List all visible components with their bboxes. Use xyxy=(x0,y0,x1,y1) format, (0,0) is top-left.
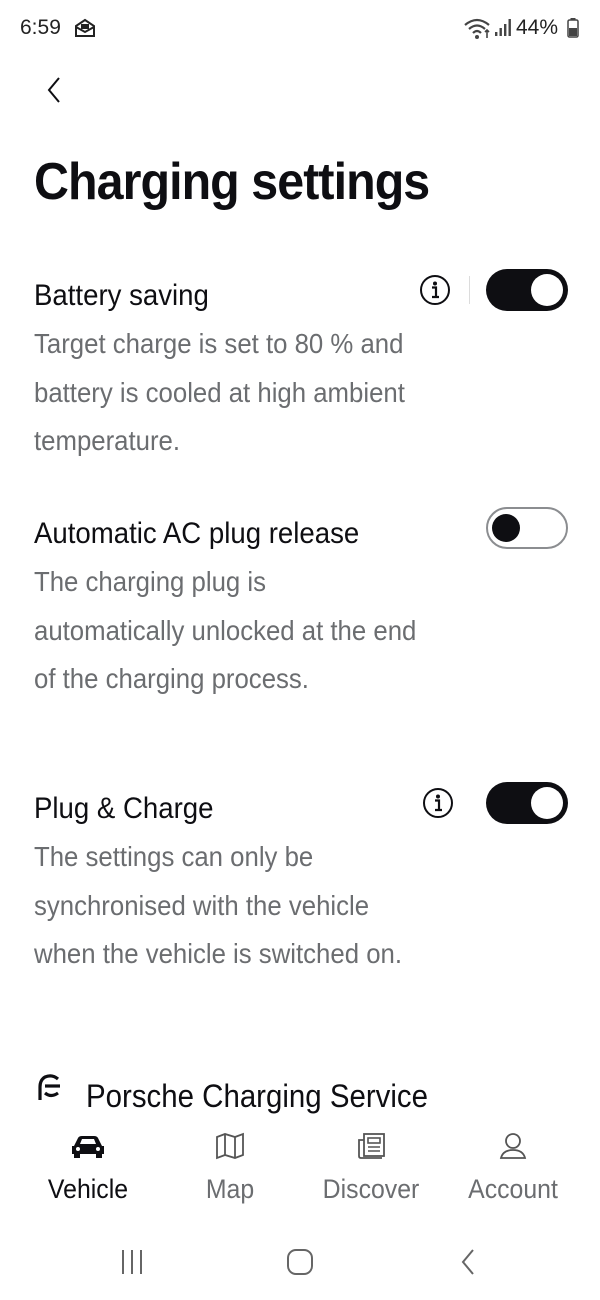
setting-description: The settings can only be synchronised wi… xyxy=(34,841,402,969)
wifi-icon xyxy=(463,16,493,40)
plug-and-charge-toggle[interactable] xyxy=(486,782,568,824)
toggle-knob xyxy=(492,514,520,542)
status-bar: 6:59 44% xyxy=(0,0,600,56)
recents-button[interactable] xyxy=(112,1245,152,1279)
back-button[interactable] xyxy=(36,70,72,110)
divider xyxy=(469,276,470,304)
info-icon xyxy=(423,788,453,818)
charging-service-row[interactable]: Porsche Charging Service xyxy=(36,1072,458,1120)
toggle-knob xyxy=(531,274,563,306)
home-button[interactable] xyxy=(280,1245,320,1279)
battery-saving-info-button[interactable] xyxy=(419,274,451,306)
news-icon xyxy=(358,1133,385,1159)
ac-plug-release-toggle[interactable] xyxy=(486,507,568,549)
chevron-left-icon xyxy=(47,77,60,103)
system-nav-bar xyxy=(0,1225,600,1300)
charging-service-icon xyxy=(38,1074,60,1100)
user-icon xyxy=(499,1133,527,1159)
mail-icon xyxy=(74,18,96,38)
battery-saving-toggle[interactable] xyxy=(486,269,568,311)
setting-title: Plug & Charge xyxy=(34,792,214,825)
battery-percent: 44% xyxy=(516,16,559,39)
nav-label: Map xyxy=(205,1174,255,1204)
nav-label: Discover xyxy=(322,1174,420,1204)
setting-title: Battery saving xyxy=(34,279,209,312)
setting-title: Automatic AC plug release xyxy=(34,517,360,550)
nav-item-map[interactable]: Map xyxy=(160,1132,300,1205)
battery-icon xyxy=(567,18,579,38)
setting-description: The charging plug is automatically unloc… xyxy=(34,566,417,694)
car-icon xyxy=(72,1136,104,1158)
system-back-button[interactable] xyxy=(448,1245,488,1279)
charging-service-label: Porsche Charging Service xyxy=(86,1077,428,1114)
setting-description: Target charge is set to 80 % and battery… xyxy=(34,328,405,456)
page-title: Charging settings xyxy=(34,153,430,211)
nav-item-discover[interactable]: Discover xyxy=(301,1132,441,1205)
status-time: 6:59 xyxy=(20,16,61,39)
plug-and-charge-info-button[interactable] xyxy=(422,787,454,819)
bottom-nav: Vehicle Map Discover Account xyxy=(0,1120,600,1220)
toggle-knob xyxy=(531,787,563,819)
signal-icon xyxy=(494,17,512,37)
back-icon xyxy=(461,1249,474,1275)
map-icon xyxy=(216,1132,244,1160)
home-icon xyxy=(287,1249,313,1275)
nav-label: Account xyxy=(468,1174,558,1204)
nav-item-vehicle[interactable]: Vehicle xyxy=(18,1132,158,1205)
recents-icon xyxy=(122,1250,142,1274)
nav-label: Vehicle xyxy=(47,1174,129,1204)
info-icon xyxy=(420,275,450,305)
nav-item-account[interactable]: Account xyxy=(443,1132,583,1205)
